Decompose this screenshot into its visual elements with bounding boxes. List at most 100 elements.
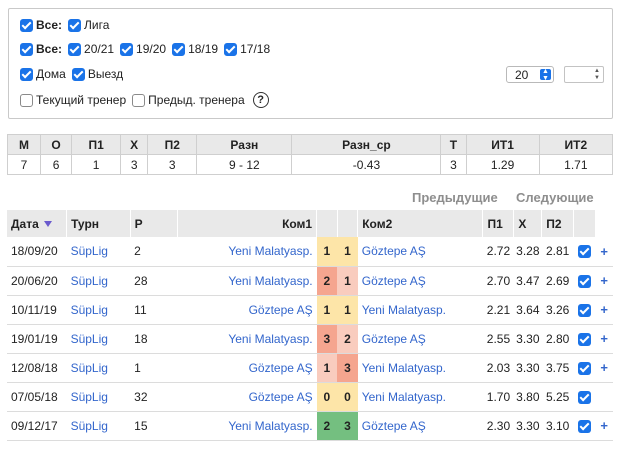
- date-cell: 19/01/19: [7, 324, 67, 354]
- row-checkbox[interactable]: [578, 361, 592, 375]
- next-link[interactable]: Следующие: [516, 190, 594, 205]
- odds-x: 3.64: [513, 295, 542, 325]
- team1-link[interactable]: Yeni Malatyasp.: [177, 411, 317, 441]
- col-p1[interactable]: П1: [482, 210, 515, 237]
- team2-link[interactable]: Göztepe AŞ: [357, 237, 483, 267]
- col-goals1: [316, 210, 338, 237]
- filter-option-label: Дома: [36, 67, 66, 81]
- stats-header-cell: М: [6, 134, 42, 155]
- team2-link[interactable]: Göztepe AŞ: [357, 266, 483, 296]
- stats-value-cell: 6: [40, 154, 73, 175]
- filter-option-label: Выезд: [87, 67, 124, 81]
- filter-option[interactable]: 19/20: [120, 42, 166, 56]
- filter-option[interactable]: 20/21: [68, 42, 114, 56]
- sort-desc-icon[interactable]: [43, 221, 52, 228]
- filter-option[interactable]: Текущий тренер: [20, 93, 126, 107]
- stats-value-cell: 3: [147, 154, 198, 175]
- team1-link[interactable]: Göztepe AŞ: [177, 382, 317, 412]
- row-select-cell: [573, 237, 596, 267]
- team2-link[interactable]: Göztepe AŞ: [357, 411, 483, 441]
- stats-value-cell: -0.43: [291, 154, 442, 175]
- stats-header-cell: Разн: [196, 134, 293, 155]
- filter-option[interactable]: Все:: [20, 42, 62, 56]
- filter-option[interactable]: Предыд. тренера: [132, 93, 245, 107]
- add-row-icon[interactable]: +: [595, 237, 613, 267]
- tournament-link[interactable]: SüpLig: [66, 353, 131, 383]
- filter-option[interactable]: Лига: [68, 18, 109, 32]
- team1-link[interactable]: Yeni Malatyasp.: [177, 237, 317, 267]
- checkbox[interactable]: [20, 42, 33, 56]
- tournament-link[interactable]: SüpLig: [66, 382, 131, 412]
- col-x[interactable]: Х: [513, 210, 543, 237]
- tournament-link[interactable]: SüpLig: [66, 324, 131, 354]
- row-checkbox[interactable]: [578, 419, 592, 433]
- col-date[interactable]: Дата: [7, 210, 68, 237]
- help-icon[interactable]: ?: [252, 92, 269, 108]
- checkbox[interactable]: [71, 67, 85, 81]
- row-checkbox[interactable]: [578, 274, 592, 288]
- col-tournament[interactable]: Турн: [66, 210, 131, 237]
- stats-values-row: 761339 - 12 -0.43 3 1.29 1.71: [6, 154, 614, 175]
- team2-link[interactable]: Yeni Malatyasp.: [357, 295, 483, 325]
- matches-table: Дата Турн Р Ком1 Ком2 П1 Х П2 18/09/20 Sü…: [7, 210, 613, 441]
- filter-option[interactable]: Все:: [20, 18, 62, 32]
- checkbox[interactable]: [68, 18, 82, 32]
- filter-option[interactable]: Дома: [20, 67, 66, 81]
- tournament-link[interactable]: SüpLig: [66, 237, 131, 267]
- row-checkbox[interactable]: [578, 303, 592, 317]
- add-row-icon[interactable]: +: [595, 353, 613, 383]
- team1-link[interactable]: Göztepe AŞ: [177, 295, 317, 325]
- tournament-link[interactable]: SüpLig: [66, 411, 131, 441]
- col-round[interactable]: Р: [130, 210, 178, 237]
- team1-link[interactable]: Yeni Malatyasp.: [177, 324, 317, 354]
- tournament-link[interactable]: SüpLig: [66, 266, 131, 296]
- team2-link[interactable]: Göztepe AŞ: [357, 324, 483, 354]
- row-select-cell: [573, 295, 596, 325]
- row-checkbox[interactable]: [578, 390, 592, 404]
- col-select: [573, 210, 597, 237]
- checkbox[interactable]: [68, 42, 82, 56]
- stats-value-cell: 3: [120, 154, 149, 175]
- add-row-icon[interactable]: +: [595, 295, 613, 325]
- checkbox[interactable]: [20, 67, 33, 81]
- odds-x: 3.80: [513, 382, 542, 412]
- row-checkbox[interactable]: [578, 245, 592, 259]
- spinner-arrows-icon[interactable]: ▲ ▼: [594, 68, 600, 82]
- tournament-link[interactable]: SüpLig: [66, 295, 131, 325]
- away-goals: 1: [337, 266, 358, 296]
- team1-link[interactable]: Göztepe AŞ: [177, 353, 317, 383]
- stats-value-cell: 1: [71, 154, 122, 175]
- filter-option[interactable]: 17/18: [224, 42, 270, 56]
- filter-row-coach: Текущий тренер Предыд. тренера?: [20, 91, 269, 109]
- checkbox[interactable]: [20, 93, 33, 107]
- date-cell: 12/08/18: [7, 353, 67, 383]
- checkbox[interactable]: [224, 42, 238, 56]
- checkbox[interactable]: [120, 42, 134, 56]
- odds-x: 3.30: [513, 353, 542, 383]
- number-spinner[interactable]: ▲ ▼: [564, 66, 604, 83]
- filter-option[interactable]: 18/19: [172, 42, 218, 56]
- filter-row-seasons: Все: 20/21 19/20 18/19 17/18: [20, 40, 276, 58]
- team1-link[interactable]: Yeni Malatyasp.: [177, 266, 317, 296]
- stats-value-cell: 7: [6, 154, 42, 175]
- match-count-select[interactable]: 20 ▲ ▼: [506, 66, 554, 83]
- date-cell: 18/09/20: [7, 237, 67, 267]
- filter-option[interactable]: Выезд: [71, 67, 124, 81]
- team2-link[interactable]: Yeni Malatyasp.: [357, 382, 483, 412]
- checkbox[interactable]: [172, 42, 186, 56]
- team2-link[interactable]: Yeni Malatyasp.: [357, 353, 483, 383]
- add-row-icon[interactable]: [595, 382, 613, 412]
- checkbox[interactable]: [20, 18, 33, 32]
- add-row-icon[interactable]: +: [595, 411, 613, 441]
- filter-option-label: Текущий тренер: [36, 93, 127, 107]
- add-row-icon[interactable]: +: [595, 324, 613, 354]
- checkbox[interactable]: [132, 93, 146, 107]
- col-team2[interactable]: Ком2: [357, 210, 484, 237]
- odds-p1: 2.55: [482, 324, 514, 354]
- col-team1[interactable]: Ком1: [177, 210, 318, 237]
- odds-p1: 2.72: [482, 237, 514, 267]
- previous-link[interactable]: Предыдущие: [412, 190, 498, 205]
- add-row-icon[interactable]: +: [595, 266, 613, 296]
- row-checkbox[interactable]: [578, 332, 592, 346]
- col-p2[interactable]: П2: [541, 210, 574, 237]
